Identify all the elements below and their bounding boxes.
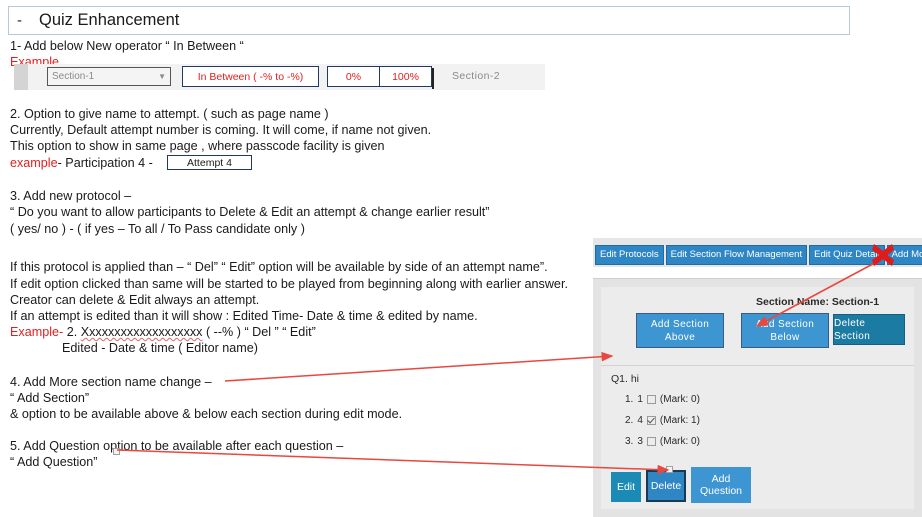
chevron-down-icon: ▼ [158,72,166,81]
section-divider [601,365,914,366]
example-del-edit-line: Example- 2. Xxxxxxxxxxxxxxxxxxx ( --% ) … [10,324,316,340]
resize-handle-question-arrow[interactable] [113,448,120,455]
doc-line: “ Add Section” [10,391,90,405]
add-section-above-line2: Above [664,331,696,343]
example-attempt-line: example- Participation 4 - [10,155,153,171]
question-title: Q1. hi [611,373,640,385]
doc-line: 5. Add Question option to be available a… [10,439,344,453]
doc-line: 2. Option to give name to attempt. ( suc… [10,107,329,121]
question-option: 3. 3 (Mark: 0) [625,436,906,447]
option-checkbox[interactable] [646,416,656,425]
section-editor: Section Name: Section-1 Add Section Abov… [601,287,914,509]
option-mark: (Mark: 1) [659,415,700,426]
quiz-editor-panel: Edit Protocols Edit Section Flow Manageme… [593,238,922,517]
participation-label: - Participation 4 - [57,156,153,170]
example-del-edit-tail: ( --% ) “ Del ” “ Edit” [202,325,316,339]
delete-question-button[interactable]: Delete [646,470,686,502]
doc-line: “ Add Question” [10,455,98,469]
page-title-box: - Quiz Enhancement [8,6,850,35]
section-1-select[interactable]: Section-1 ▼ [47,67,171,86]
option-text: 3 [637,436,643,447]
option-number: 2. [625,415,634,426]
max-percent-field[interactable]: 100% [380,67,431,86]
option-mark: (Mark: 0) [659,394,700,405]
percent-group-shadow [432,68,434,89]
question-option: 1. 1 (Mark: 0) [625,394,906,405]
edit-question-button[interactable]: Edit [611,472,641,502]
option-checkbox[interactable] [646,395,656,404]
example-label: Example- [10,325,64,339]
doc-line: 3. Add new protocol – [10,189,132,203]
question-options-list: 1. 1 (Mark: 0) 2. 4 (Mark: 1) 3. 3 (Mark: 0) [611,394,906,447]
doc-line: Currently, Default attempt number is com… [10,123,432,137]
page-title: Quiz Enhancement [39,11,180,29]
doc-line: & option to be available above & below e… [10,407,403,421]
option-number: 1. [625,394,634,405]
red-x-icon [872,244,894,266]
option-number: 3. [625,436,634,447]
question-option: 2. 4 (Mark: 1) [625,415,906,426]
add-question-line2: Question [699,485,743,497]
title-dash: - [17,12,22,29]
doc-line: 1- Add below New operator “ In Between “ [10,39,244,53]
attempt-4-button[interactable]: Attempt 4 [167,155,252,170]
doc-line: 4. Add More section name change – [10,375,212,389]
option-mark: (Mark: 0) [659,436,700,447]
min-percent-field[interactable]: 0% [328,67,379,86]
arrow-add-section [224,351,614,382]
example-form-strip: Section-1 ▼ In Between ( -% to -%) 0% 10… [14,64,545,90]
add-section-below-button[interactable]: Add Section Below [741,313,829,348]
doc-line: This option to show in same page , where… [10,139,385,153]
tab-edit-protocols[interactable]: Edit Protocols [595,244,664,265]
option-checkbox[interactable] [646,437,656,446]
doc-line: Creator can delete & Edit always an atte… [10,293,260,307]
doc-line: ( yes/ no ) - ( if yes – To all / To Pas… [10,222,305,236]
example-placeholder-name: Xxxxxxxxxxxxxxxxxxx [80,325,203,339]
panel-body: Section Name: Section-1 Add Section Abov… [593,278,922,517]
delete-section-button[interactable]: Delete Section [833,314,905,345]
section-2-label: Section-2 [452,70,500,82]
add-section-below-line2: Below [770,331,800,343]
add-question-button[interactable]: Add Question [691,467,751,503]
option-text: 4 [637,415,643,426]
doc-line: If an attempt is edited than it will sho… [10,309,478,323]
tab-edit-section-flow-management[interactable]: Edit Section Flow Management [665,244,808,265]
doc-line: If this protocol is applied than – “ Del… [10,260,548,274]
doc-line: If edit option clicked than same will be… [10,277,568,291]
add-section-above-button[interactable]: Add Section Above [636,313,724,348]
section-1-select-value: Section-1 [52,71,95,82]
section-name-label: Section Name: Section-1 [756,296,880,308]
resize-handle-add-question[interactable] [666,466,673,473]
doc-line: “ Do you want to allow participants to D… [10,205,490,219]
percent-range-group: 0% 100% [327,66,432,87]
example-index: 2. [63,325,81,339]
add-section-below-line1: Add Section [755,318,815,330]
doc-line: Edited - Date & time ( Editor name) [62,341,258,355]
add-section-above-line1: Add Section [650,318,710,330]
add-question-line1: Add [711,473,731,485]
option-text: 1 [637,394,643,405]
question-block: Q1. hi 1. 1 (Mark: 0) 2. 4 (Mark: 1) 3. 3 (Mark:… [611,373,906,457]
strip-drag-handle [14,64,28,90]
in-between-operator-button[interactable]: In Between ( -% to -%) [182,66,319,87]
example-label: example [10,156,58,170]
